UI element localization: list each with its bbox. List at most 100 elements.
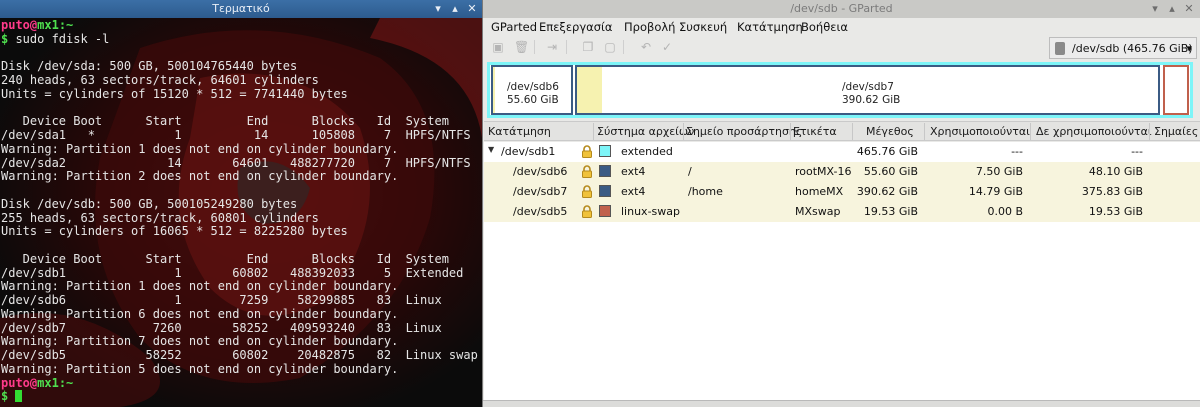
statusbar <box>483 400 1200 407</box>
gparted-title: /dev/sdb - GParted <box>790 2 893 15</box>
device-selector[interactable]: /dev/sdb (465.76 GiB) ▾ <box>1049 37 1197 59</box>
terminal-output-line: Device Boot Start End Blocks Id System <box>1 251 449 266</box>
lock-icon <box>581 165 593 178</box>
cell-filesystem: ext4 <box>621 165 646 178</box>
terminal-output-line: /dev/sdb6 1 7259 58299885 83 Linux <box>1 293 442 307</box>
column-header-filesystem[interactable]: Σύστημα αρχείων <box>597 125 694 138</box>
terminal-window[interactable]: Τερματικό ▾ ▴ ✕ puto@mx1:~ $ sudo fdisk … <box>0 0 482 407</box>
partition-block-sdb6[interactable]: /dev/sdb6 55.60 GiB <box>491 65 573 115</box>
cell-used: 14.79 GiB <box>968 185 1023 198</box>
menubar: GParted Επεξεργασία Προβολή Συσκευή Κατά… <box>483 18 1200 36</box>
partition-graph: /dev/sdb6 55.60 GiB /dev/sdb7 390.62 GiB <box>487 62 1200 118</box>
cell-filesystem: extended <box>621 145 673 158</box>
column-separator <box>1030 123 1031 140</box>
terminal-output-line: 255 heads, 63 sectors/track, 60801 cylin… <box>1 210 319 225</box>
terminal-output-line: /dev/sda2 14 64601 488277720 7 HPFS/NTFS <box>1 155 471 170</box>
cell-size: 390.62 GiB <box>856 185 918 198</box>
close-icon[interactable]: ✕ <box>464 1 480 17</box>
filesystem-color-swatch <box>599 165 611 177</box>
menu-edit[interactable]: Επεξεργασία <box>539 20 612 34</box>
column-separator <box>852 123 853 140</box>
cell-partition: /dev/sdb7 <box>513 185 568 198</box>
prompt-path: :~ <box>58 375 74 390</box>
undo-icon[interactable]: ↶ <box>639 40 653 54</box>
chevron-down-icon: ▾ <box>1186 42 1192 55</box>
partition-table-header: Κατάτμηση Σύστημα αρχείων Σημείο προσάρτ… <box>484 121 1200 141</box>
device-selector-label: /dev/sdb (465.76 GiB) <box>1072 42 1193 55</box>
lock-icon <box>581 205 593 218</box>
used-space-bar <box>577 67 602 113</box>
cell-unused: 48.10 GiB <box>1088 165 1143 178</box>
cell-used: 7.50 GiB <box>975 165 1023 178</box>
filesystem-color-swatch <box>599 185 611 197</box>
terminal-output-line: /dev/sda1 * 1 14 105808 7 HPFS/NTFS <box>1 128 471 142</box>
toolbar-separator <box>566 40 567 54</box>
terminal-output-line: Units = cylinders of 16065 * 512 = 82252… <box>1 224 348 239</box>
partition-block-size: 390.62 GiB <box>842 94 901 106</box>
terminal-output-line: Device Boot Start End Blocks Id System <box>1 114 449 129</box>
terminal-output-line: Warning: Partition 6 does not end on cyl… <box>1 306 399 321</box>
text-cursor <box>15 390 23 403</box>
paste-icon[interactable]: ▢ <box>603 40 617 54</box>
maximize-icon[interactable]: ▴ <box>1164 1 1180 17</box>
terminal-output-line: /dev/sdb1 1 60802 488392033 5 Extended <box>1 265 464 280</box>
cell-filesystem: linux-swap <box>621 205 680 218</box>
column-header-mountpoint[interactable]: Σημείο προσάρτησης <box>686 125 802 138</box>
delete-icon[interactable]: 🗑 <box>514 40 529 54</box>
minimize-icon[interactable]: ▾ <box>430 1 446 17</box>
copy-icon[interactable]: ❐ <box>581 40 595 54</box>
table-row[interactable]: ▼ /dev/sdb1 extended 465.76 GiB --- --- <box>484 142 1200 162</box>
menu-view[interactable]: Προβολή <box>624 20 675 34</box>
command-text: sudo fdisk -l <box>8 31 110 46</box>
command-line: $ sudo fdisk -l <box>1 31 482 47</box>
table-row[interactable]: /dev/sdb7 ext4/home homeMX 390.62 GiB 14.79 … <box>484 182 1200 202</box>
menu-partition[interactable]: Κατάτμηση <box>737 20 803 34</box>
terminal-title: Τερματικό <box>212 2 270 15</box>
menu-help[interactable]: Βοήθεια <box>801 20 848 34</box>
column-separator <box>924 123 925 140</box>
menu-gparted[interactable]: GParted <box>491 20 537 34</box>
minimize-icon[interactable]: ▾ <box>1147 1 1163 17</box>
table-row[interactable]: /dev/sdb5 linux-swap MXswap 19.53 GiB 0.00 B… <box>484 202 1200 222</box>
cell-size: 465.76 GiB <box>856 145 918 158</box>
terminal-output-line: 240 heads, 63 sectors/track, 64601 cylin… <box>1 73 319 87</box>
filesystem-color-swatch <box>599 205 611 217</box>
terminal-screen[interactable]: puto@mx1:~ $ sudo fdisk -l Disk /dev/sda… <box>1 18 482 407</box>
prompt-line: puto@mx1:~ <box>1 375 482 391</box>
apply-icon[interactable]: ✓ <box>660 40 674 54</box>
gparted-titlebar[interactable]: /dev/sdb - GParted ▾ ▴ ✕ <box>483 0 1200 18</box>
cell-partition: /dev/sdb6 <box>513 165 568 178</box>
active-prompt-line[interactable]: $ <box>1 389 482 404</box>
close-icon[interactable]: ✕ <box>1181 1 1197 17</box>
gparted-window[interactable]: /dev/sdb - GParted ▾ ▴ ✕ GParted Επεξεργ… <box>482 0 1200 407</box>
partition-block-sdb5[interactable] <box>1163 65 1189 115</box>
column-header-label[interactable]: Ετικέτα <box>793 125 837 138</box>
table-row[interactable]: /dev/sdb6 ext4 / rootMX-16 55.60 GiB 7.50 GiB… <box>484 162 1200 182</box>
terminal-output-line: Warning: Partition 5 does not end on cyl… <box>1 361 399 376</box>
column-separator <box>1149 123 1150 140</box>
expander-icon[interactable]: ▼ <box>488 145 494 154</box>
cell-filesystem: ext4 <box>621 185 646 198</box>
terminal-output-line: /dev/sdb7 7260 58252 409593240 83 Linux <box>1 320 442 335</box>
partition-block-sdb7[interactable]: /dev/sdb7 390.62 GiB <box>575 65 1160 115</box>
new-partition-icon[interactable]: ▣ <box>491 40 505 54</box>
prompt-line: puto@mx1:~ <box>1 18 482 33</box>
menu-device[interactable]: Συσκευή <box>679 20 727 34</box>
prompt-host: mx1 <box>37 18 59 32</box>
resize-move-icon[interactable]: ⇥ <box>545 40 559 54</box>
terminal-output-line: Disk /dev/sdb: 500 GB, 500105249280 byte… <box>1 196 298 211</box>
prompt-user: puto <box>1 18 30 32</box>
terminal-titlebar[interactable]: Τερματικό ▾ ▴ ✕ <box>0 0 482 18</box>
column-header-unused[interactable]: Δε χρησιμοποιούνται <box>1036 125 1152 138</box>
column-header-partition[interactable]: Κατάτμηση <box>488 125 551 138</box>
maximize-icon[interactable]: ▴ <box>447 1 463 17</box>
cell-used: --- <box>1011 145 1023 158</box>
cell-partition: /dev/sdb1 <box>501 145 556 158</box>
column-separator <box>790 123 791 140</box>
cell-used: 0.00 B <box>987 205 1023 218</box>
column-header-used[interactable]: Χρησιμοποιούνται <box>930 125 1030 138</box>
column-header-flags[interactable]: Σημαίες <box>1154 125 1198 138</box>
column-header-size[interactable]: Μέγεθος <box>866 125 914 138</box>
